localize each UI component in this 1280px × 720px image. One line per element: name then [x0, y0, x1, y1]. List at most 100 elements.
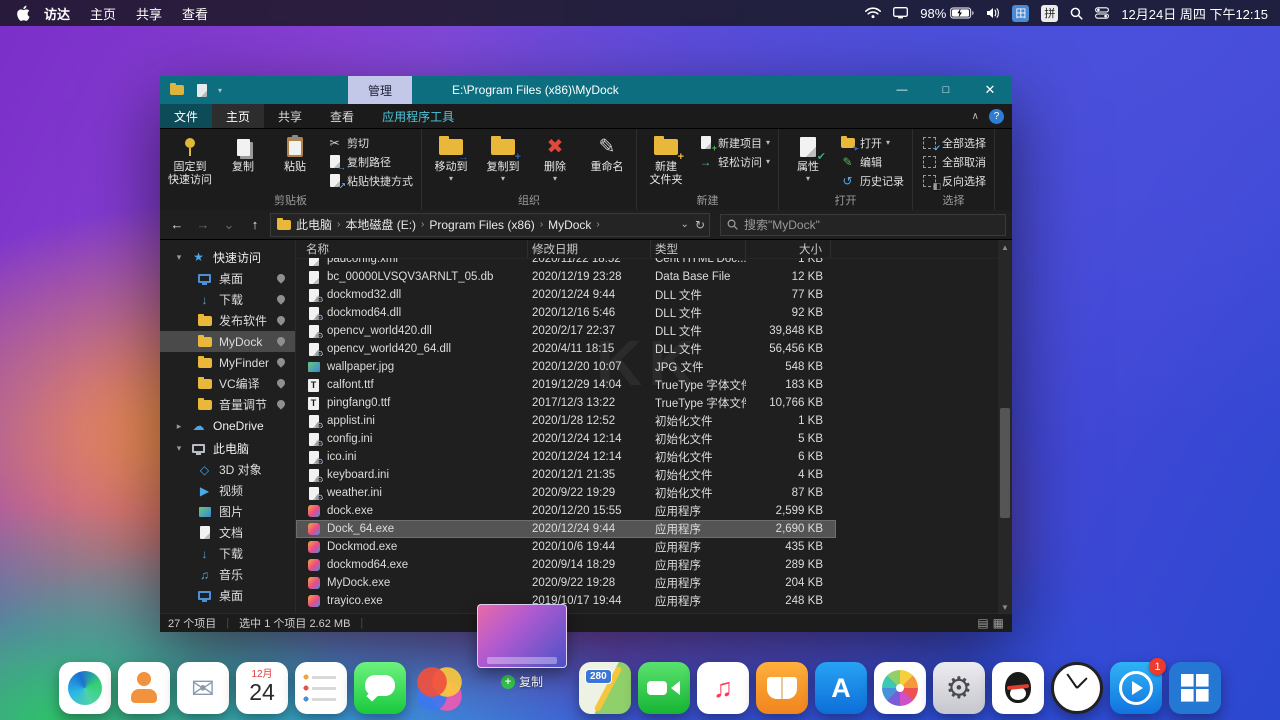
file-row[interactable]: Tpingfang0.ttf 2017/12/3 13:22 TrueType 字体…	[296, 394, 836, 412]
apple-logo-icon[interactable]	[12, 5, 34, 21]
sidebar-item-desktop[interactable]: 桌面	[160, 585, 295, 606]
delete-button[interactable]: ✖ 删除 ▾	[530, 131, 580, 183]
sidebar-item-pictures[interactable]: 图片	[160, 501, 295, 522]
file-row[interactable]: ⚙ keyboard.ini 2020/12/1 21:35 初始化文件 4 KB	[296, 466, 836, 484]
facetime-icon[interactable]	[638, 662, 690, 714]
sidebar-item-mydock[interactable]: MyDock	[160, 331, 295, 352]
sidebar-item-videos[interactable]: ▶ 视频	[160, 480, 295, 501]
copy-path-button[interactable]: → 复制路径	[322, 152, 417, 172]
sidebar-item-myfinder[interactable]: MyFinder	[160, 352, 295, 373]
tab-app-tools[interactable]: 应用程序工具	[368, 104, 468, 128]
sidebar-item-downloads[interactable]: ↓ 下载	[160, 543, 295, 564]
color-wheel-icon[interactable]	[413, 662, 465, 714]
copy-to-button[interactable]: + 复制到 ▾	[478, 131, 528, 183]
tab-share[interactable]: 共享	[264, 104, 316, 128]
window-titlebar[interactable]: ▾ 管理 E:\Program Files (x86)\MyDock — □ ✕	[160, 76, 1012, 104]
search-input[interactable]: 搜索"MyDock"	[720, 213, 1006, 236]
easy-access-button[interactable]: → 轻松访问 ▾	[693, 152, 774, 171]
column-header-3[interactable]: 大小	[746, 240, 831, 258]
windows-icon[interactable]	[1169, 662, 1221, 714]
up-button[interactable]: ↑	[244, 214, 266, 236]
maximize-button[interactable]: □	[924, 76, 968, 104]
music-icon[interactable]	[697, 662, 749, 714]
help-icon[interactable]: ?	[989, 108, 1004, 124]
refresh-icon[interactable]: ↻	[695, 218, 705, 232]
breadcrumb-item[interactable]: 本地磁盘 (E:)	[345, 216, 416, 233]
sidebar-section-onedrive[interactable]: ▸ ☁ OneDrive	[160, 415, 295, 437]
menubar-clock[interactable]: 12月24日 周四 下午12:15	[1121, 4, 1268, 23]
sidebar-item-vc-build[interactable]: VC编译	[160, 373, 295, 394]
properties-button[interactable]: ✔ 属性 ▾	[783, 131, 833, 183]
file-row[interactable]: dock.exe 2020/12/20 15:55 应用程序 2,599 KB	[296, 502, 836, 520]
file-row[interactable]: padconfig.xml 2020/11/22 18:52 Cent HTML D…	[296, 258, 836, 268]
open-button[interactable]: ▸ 打开 ▾	[835, 133, 908, 153]
scroll-up-arrow[interactable]: ▲	[998, 240, 1012, 254]
sidebar-item-downloads[interactable]: ↓ 下载	[160, 289, 295, 310]
new-folder-button[interactable]: + 新建 文件夹	[641, 131, 691, 187]
rename-button[interactable]: ✎ 重命名	[582, 131, 632, 174]
file-row[interactable]: ⚙ weather.ini 2020/9/22 19:29 初始化文件 87 KB	[296, 484, 836, 502]
back-button[interactable]: ←	[166, 214, 188, 236]
move-to-button[interactable]: → 移动到 ▾	[426, 131, 476, 183]
menu-share[interactable]: 共享	[126, 4, 172, 23]
edge-icon[interactable]	[59, 662, 111, 714]
breadcrumb-item[interactable]: Program Files (x86)	[429, 218, 534, 232]
control-center-icon[interactable]	[1095, 7, 1110, 19]
tab-view[interactable]: 查看	[316, 104, 368, 128]
file-row[interactable]: wallpaper.jpg 2020/12/20 10:07 JPG 文件 548 K…	[296, 358, 836, 376]
books-icon[interactable]	[756, 662, 808, 714]
tab-home[interactable]: 主页	[212, 104, 265, 128]
mail-icon[interactable]	[177, 662, 229, 714]
column-header-1[interactable]: 修改日期	[528, 240, 651, 258]
qq-icon[interactable]	[992, 662, 1044, 714]
breadcrumb-item[interactable]: MyDock	[548, 218, 591, 232]
file-row[interactable]: ⚙ dockmod64.dll 2020/12/16 5:46 DLL 文件 92 KB	[296, 304, 836, 322]
maps-icon[interactable]: 280	[579, 662, 631, 714]
select-none-button[interactable]: 全部取消	[917, 152, 990, 171]
menu-finder[interactable]: 访达	[34, 4, 80, 23]
close-button[interactable]: ✕	[968, 76, 1012, 104]
column-header-0[interactable]: 名称	[296, 240, 528, 258]
qat-properties-icon[interactable]	[193, 83, 210, 98]
app-store-icon[interactable]: A	[815, 662, 867, 714]
settings-icon[interactable]	[933, 662, 985, 714]
paste-shortcut-button[interactable]: ↗ 粘贴快捷方式	[322, 171, 417, 191]
drag-preview[interactable]: + 复制	[476, 604, 568, 690]
clock-icon[interactable]	[1051, 662, 1103, 714]
new-item-button[interactable]: + 新建项目 ▾	[693, 133, 774, 153]
calendar-icon[interactable]: 12月 24	[236, 662, 288, 714]
file-row[interactable]: dockmod64.exe 2020/9/14 18:29 应用程序 289 KB	[296, 556, 836, 574]
sidebar-item-3d-objects[interactable]: ◇ 3D 对象	[160, 459, 295, 480]
file-row[interactable]: ⚙ opencv_world420_64.dll 2020/4/11 18:15 DL…	[296, 340, 836, 358]
input-method-icon[interactable]: 田	[1012, 4, 1030, 22]
invert-selection-button[interactable]: ◧ 反向选择	[917, 171, 990, 191]
tencent-video-icon[interactable]: 1	[1110, 658, 1166, 714]
notes-icon[interactable]	[295, 662, 347, 714]
file-row[interactable]: Dockmod.exe 2020/10/6 19:44 应用程序 435 KB	[296, 538, 836, 556]
sidebar-item-volume-control[interactable]: 音量调节	[160, 394, 295, 415]
edit-button[interactable]: ✎ 编辑	[835, 152, 908, 171]
file-row[interactable]: ⚙ dockmod32.dll 2020/12/24 9:44 DLL 文件 77 KB	[296, 286, 836, 304]
breadcrumb-item[interactable]: 此电脑	[296, 216, 332, 233]
photos-icon[interactable]	[874, 662, 926, 714]
file-row[interactable]: Tcalfont.ttf 2019/12/29 14:04 TrueType 字体文…	[296, 376, 836, 394]
column-header-2[interactable]: 类型	[651, 240, 746, 258]
file-row[interactable]: Dock_64.exe 2020/12/24 9:44 应用程序 2,690 KB	[296, 520, 836, 538]
tab-file[interactable]: 文件	[160, 104, 213, 128]
messages-icon[interactable]	[354, 662, 406, 714]
battery-indicator[interactable]: 98%	[920, 6, 975, 21]
spotlight-search-icon[interactable]	[1070, 7, 1083, 20]
context-tab-manage[interactable]: 管理	[348, 76, 412, 104]
sidebar-item-music[interactable]: ♫ 音乐	[160, 564, 295, 585]
address-bar[interactable]: 此电脑 › 本地磁盘 (E:) › Program Files (x86) › MyDock…	[270, 212, 710, 237]
file-row[interactable]: ⚙ opencv_world420.dll 2020/2/17 22:37 DLL 文…	[296, 322, 836, 340]
file-row[interactable]: ⚙ ico.ini 2020/12/24 12:14 初始化文件 6 KB	[296, 448, 836, 466]
recent-locations-button[interactable]: ⌄	[218, 214, 240, 236]
file-row[interactable]: ⚙ config.ini 2020/12/24 12:14 初始化文件 5 KB	[296, 430, 836, 448]
pinyin-input-icon[interactable]: 拼	[1041, 4, 1059, 22]
cut-button[interactable]: ✂ 剪切	[322, 133, 417, 152]
menu-view[interactable]: 查看	[172, 4, 218, 23]
chevron-down-icon[interactable]: ▾	[174, 443, 184, 454]
paste-button[interactable]: 粘贴	[270, 131, 320, 174]
chevron-right-icon[interactable]: ▸	[174, 421, 184, 432]
